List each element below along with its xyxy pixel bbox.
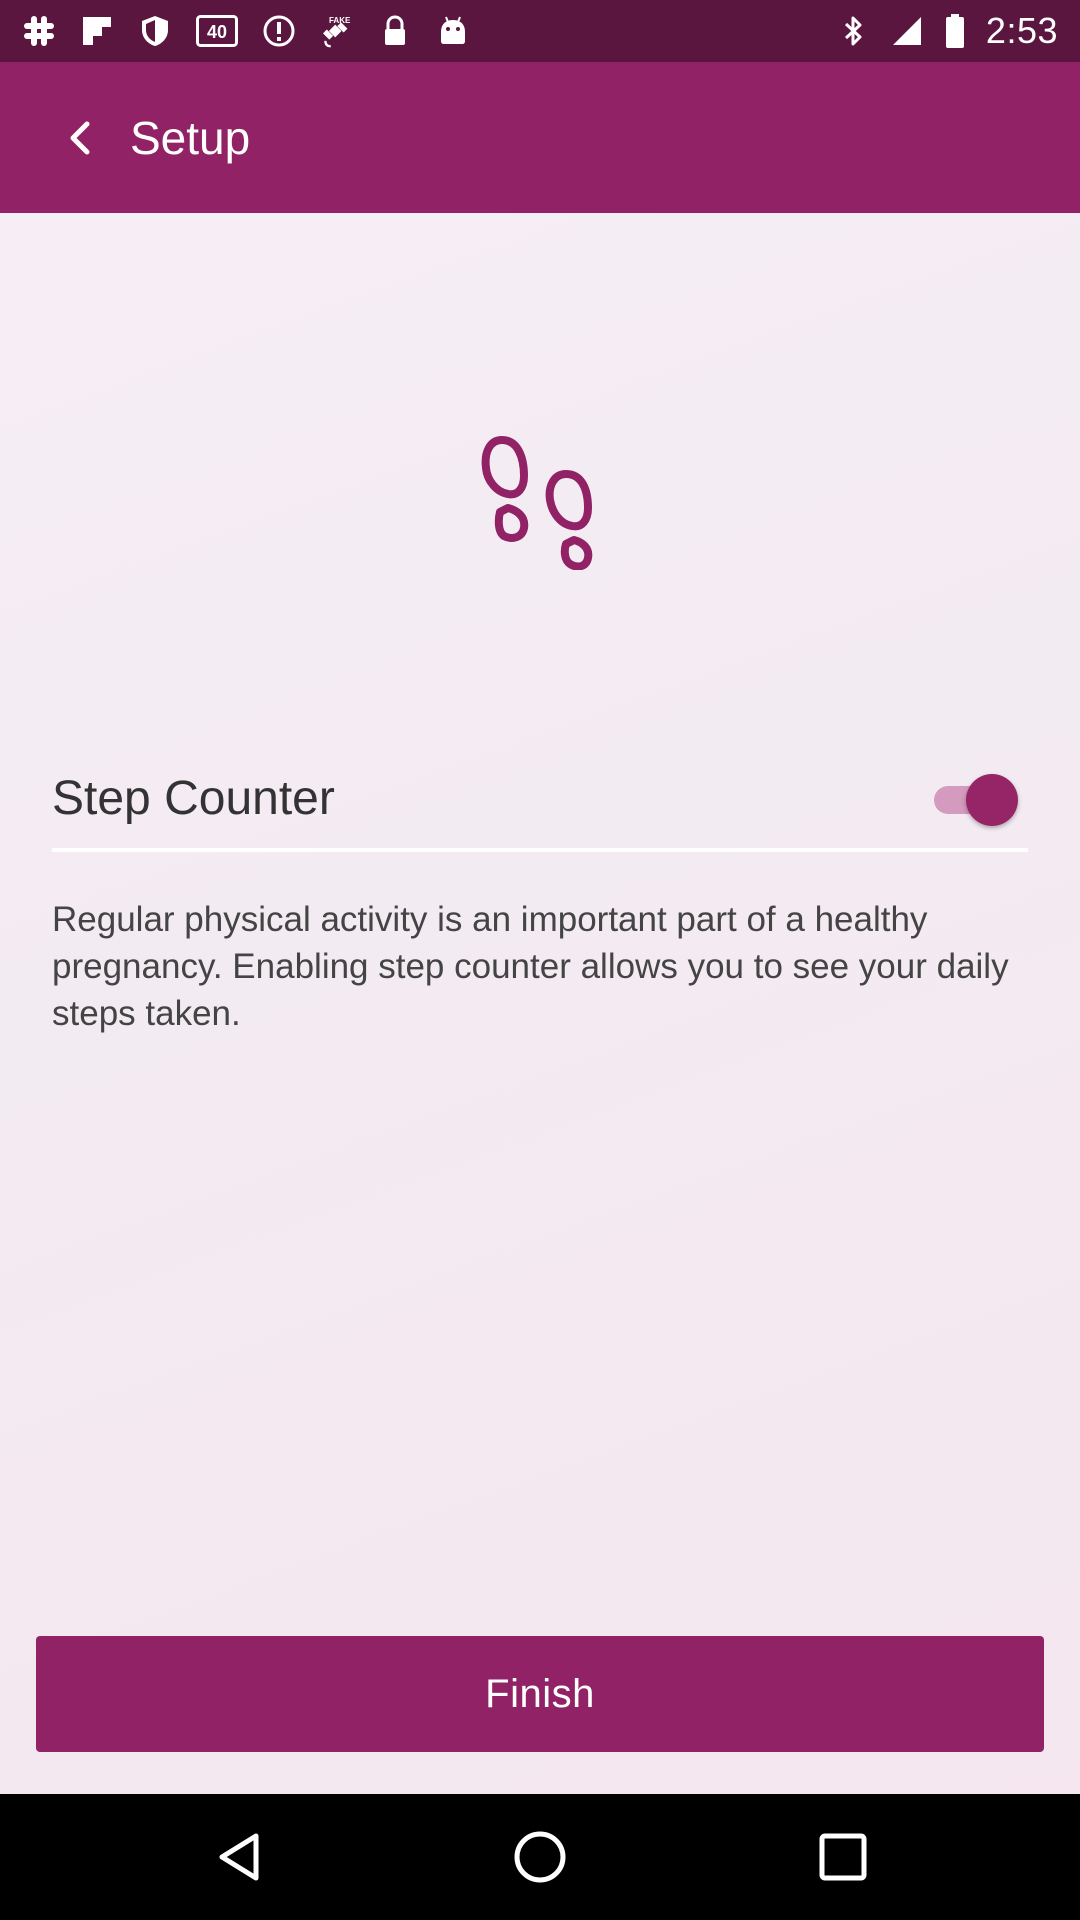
step-counter-label: Step Counter	[52, 771, 335, 825]
fake-gps-satellite-icon: FAKE	[320, 14, 354, 48]
toggle-thumb	[966, 774, 1018, 826]
slack-icon	[22, 14, 56, 48]
finish-button[interactable]: Finish	[36, 1636, 1044, 1752]
lte-label: 40	[207, 22, 227, 42]
flipboard-icon	[80, 14, 114, 48]
step-counter-setting: Step Counter	[52, 748, 1028, 848]
app-bar: Setup	[0, 62, 1080, 213]
nav-back-button[interactable]	[206, 1824, 272, 1890]
lte-40-icon: 40	[196, 14, 238, 48]
page-title: Setup	[130, 111, 251, 164]
signal-icon	[890, 14, 924, 48]
step-counter-toggle[interactable]	[928, 770, 1018, 826]
back-triangle-icon	[219, 1833, 259, 1881]
status-time: 2:53	[985, 10, 1058, 51]
setup-screen: 40 FAKE 2:53 Setup Step Counter Regular …	[0, 0, 1080, 1920]
lock-icon	[378, 14, 412, 48]
home-circle-icon	[514, 1831, 566, 1883]
shield-icon	[138, 14, 172, 48]
alert-circle-icon	[262, 14, 296, 48]
step-counter-description: Regular physical activity is an importan…	[52, 900, 1009, 1033]
android-icon	[436, 14, 470, 48]
status-icons-right: 2:53	[836, 10, 1058, 52]
bluetooth-icon	[836, 14, 870, 48]
nav-recents-button[interactable]	[810, 1824, 876, 1890]
back-button[interactable]	[36, 93, 126, 183]
divider	[52, 848, 1028, 852]
recents-square-icon	[819, 1833, 867, 1881]
chevron-left-icon	[70, 121, 90, 154]
battery-icon	[944, 14, 966, 48]
status-icons-left: 40 FAKE	[22, 14, 470, 48]
nav-home-button[interactable]	[507, 1824, 573, 1890]
navigation-bar	[0, 1794, 1080, 1920]
footsteps-icon	[481, 436, 593, 570]
status-bar: 40 FAKE 2:53	[0, 0, 1080, 62]
